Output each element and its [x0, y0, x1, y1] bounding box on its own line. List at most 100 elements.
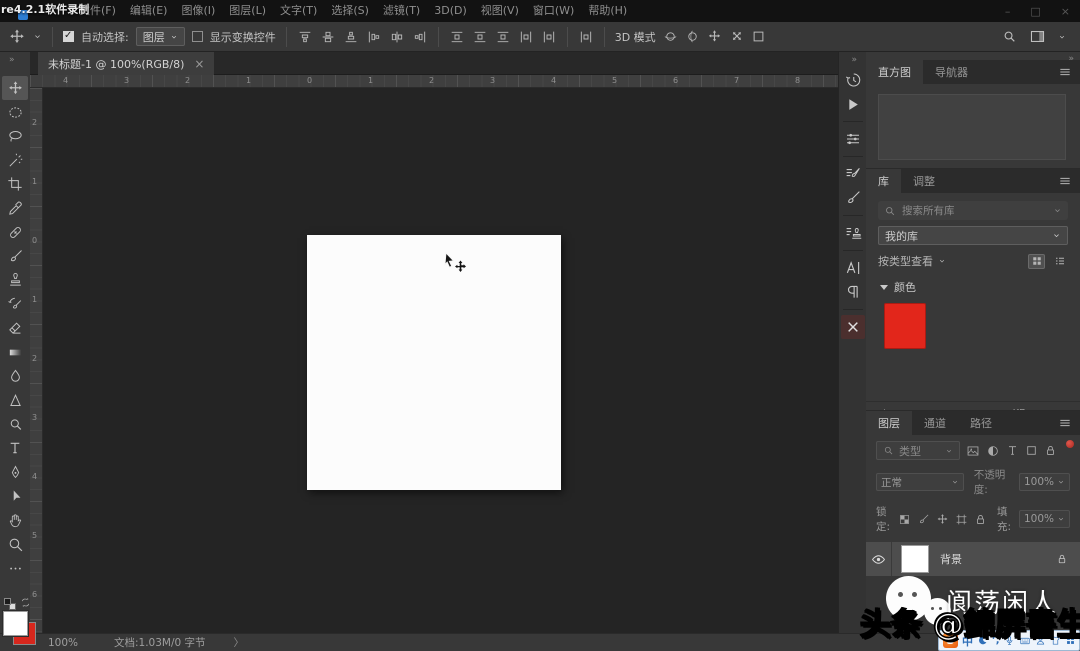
3d-scale-icon[interactable]	[751, 29, 766, 44]
auto-select-dropdown[interactable]: 图层	[135, 27, 185, 46]
layer-visibility-eye-icon[interactable]	[866, 542, 892, 576]
align-left-edges-icon[interactable]	[366, 29, 382, 45]
tool-crop[interactable]	[2, 172, 28, 196]
distribute-right-icon[interactable]	[541, 29, 557, 45]
properties-panel-icon[interactable]	[841, 127, 865, 151]
dock-collapse-icon[interactable]: »	[851, 55, 857, 65]
minimize-button[interactable]: –	[1005, 5, 1011, 18]
tool-magic-wand[interactable]	[2, 148, 28, 172]
brush-settings-panel-icon[interactable]	[841, 162, 865, 186]
3d-slide-icon[interactable]	[726, 26, 747, 47]
person-icon[interactable]	[1035, 635, 1046, 646]
align-horizontal-centers-icon[interactable]	[389, 29, 405, 45]
filter-type-layers-icon[interactable]	[1006, 444, 1019, 457]
character-panel-icon[interactable]	[841, 256, 865, 280]
edit-toolbar-ellipsis-icon[interactable]	[2, 556, 28, 580]
filter-type-dropdown[interactable]: 类型	[876, 441, 960, 460]
panel-menu-icon[interactable]	[1058, 411, 1080, 435]
3d-orbit-icon[interactable]	[663, 29, 678, 44]
actions-panel-icon[interactable]	[841, 92, 865, 116]
default-colors-icon[interactable]	[4, 598, 16, 610]
tab-histogram[interactable]: 直方图	[866, 60, 923, 84]
tool-move[interactable]	[2, 76, 28, 100]
workspace-switcher-icon[interactable]	[1029, 28, 1046, 45]
align-top-edges-icon[interactable]	[297, 29, 313, 45]
menu-item[interactable]: 选择(S)	[324, 0, 376, 22]
search-icon[interactable]	[1002, 29, 1017, 44]
tool-history-brush[interactable]	[2, 292, 28, 316]
tab-paths[interactable]: 路径	[958, 411, 1004, 435]
lock-all-icon[interactable]	[974, 513, 987, 526]
tool-blur[interactable]	[2, 364, 28, 388]
close-tab-icon[interactable]: ×	[194, 57, 204, 71]
moon-icon[interactable]	[977, 635, 988, 646]
soft-keyboard-icon[interactable]	[1019, 635, 1031, 647]
tool-lasso[interactable]	[2, 124, 28, 148]
tool-pen[interactable]	[2, 460, 28, 484]
move-tool-icon[interactable]	[8, 28, 26, 46]
library-color-swatch[interactable]	[884, 303, 926, 349]
menu-item[interactable]: 图像(I)	[174, 0, 222, 22]
distribute-left-icon[interactable]	[518, 29, 534, 45]
filter-pixel-layers-icon[interactable]	[966, 444, 980, 458]
ruler-horizontal[interactable]: 4321012345678	[30, 75, 838, 88]
tool-sharpen[interactable]	[2, 388, 28, 412]
distribute-vertical-centers-icon[interactable]	[472, 29, 488, 45]
tool-gradient[interactable]	[2, 340, 28, 364]
tool-eraser[interactable]	[2, 316, 28, 340]
clone-source-panel-icon[interactable]	[841, 221, 865, 245]
toolbox-grid-icon[interactable]	[1065, 635, 1076, 646]
panel-menu-icon[interactable]	[1058, 60, 1080, 84]
panel-menu-icon[interactable]	[1058, 169, 1080, 193]
ime-punctuation[interactable]: ’,	[992, 635, 1000, 646]
3d-pan-icon[interactable]	[707, 29, 722, 44]
layer-row-background[interactable]: 背景	[866, 542, 1080, 576]
lock-position-icon[interactable]	[936, 513, 949, 526]
lock-image-pixels-icon[interactable]	[917, 513, 930, 526]
foreground-color-swatch[interactable]	[3, 611, 28, 636]
menu-item[interactable]: 文字(T)	[273, 0, 324, 22]
tool-marquee[interactable]	[2, 100, 28, 124]
maximize-button[interactable]: □	[1030, 5, 1040, 18]
tool-spot-healing-brush[interactable]	[2, 220, 28, 244]
close-button[interactable]: ×	[1061, 5, 1070, 18]
zoom-level-field[interactable]: 100%	[48, 637, 100, 649]
document-tab[interactable]: 未标题-1 @ 100%(RGB/8) ×	[38, 52, 215, 75]
distribute-top-icon[interactable]	[449, 29, 465, 45]
list-view-icon[interactable]	[1051, 254, 1068, 269]
paragraph-panel-icon[interactable]	[841, 280, 865, 304]
menu-item[interactable]: 图层(L)	[222, 0, 273, 22]
menu-item[interactable]: 视图(V)	[474, 0, 526, 22]
swap-colors-icon[interactable]	[20, 597, 31, 608]
menu-item[interactable]: 帮助(H)	[581, 0, 634, 22]
layer-filter-toggle[interactable]	[1066, 440, 1074, 448]
align-vertical-centers-icon[interactable]	[320, 29, 336, 45]
chevron-down-icon[interactable]	[33, 32, 42, 41]
tab-navigator[interactable]: 导航器	[923, 60, 980, 84]
align-bottom-edges-icon[interactable]	[343, 29, 359, 45]
align-right-edges-icon[interactable]	[412, 29, 428, 45]
3d-roll-icon[interactable]	[685, 29, 700, 44]
tool-clone-stamp[interactable]	[2, 268, 28, 292]
tab-layers[interactable]: 图层	[866, 411, 912, 435]
blend-mode-dropdown[interactable]: 正常	[876, 473, 964, 491]
filter-smart-objects-icon[interactable]	[1044, 444, 1057, 457]
menu-item[interactable]: 编辑(E)	[123, 0, 175, 22]
filter-adjustment-layers-icon[interactable]	[986, 444, 1000, 458]
filter-shape-layers-icon[interactable]	[1025, 444, 1038, 457]
distribute-spacing-icon[interactable]	[578, 29, 594, 45]
lock-artboard-icon[interactable]	[955, 513, 968, 526]
menu-item[interactable]: 3D(D)	[427, 0, 474, 22]
opacity-field[interactable]: 100%	[1018, 473, 1070, 491]
tool-eyedropper[interactable]	[2, 196, 28, 220]
auto-select-checkbox[interactable]	[63, 30, 74, 42]
menu-item[interactable]: 窗口(W)	[526, 0, 581, 22]
microphone-icon[interactable]	[1004, 635, 1015, 646]
library-search-input[interactable]: 搜索所有库	[878, 201, 1068, 220]
ime-logo[interactable]: S	[943, 633, 958, 648]
lock-transparent-pixels-icon[interactable]	[898, 513, 911, 526]
library-select[interactable]: 我的库	[878, 226, 1068, 245]
menu-item[interactable]: 滤镜(T)	[376, 0, 427, 22]
chevron-down-icon[interactable]	[1058, 33, 1066, 41]
close-panel-icon[interactable]	[840, 315, 865, 339]
